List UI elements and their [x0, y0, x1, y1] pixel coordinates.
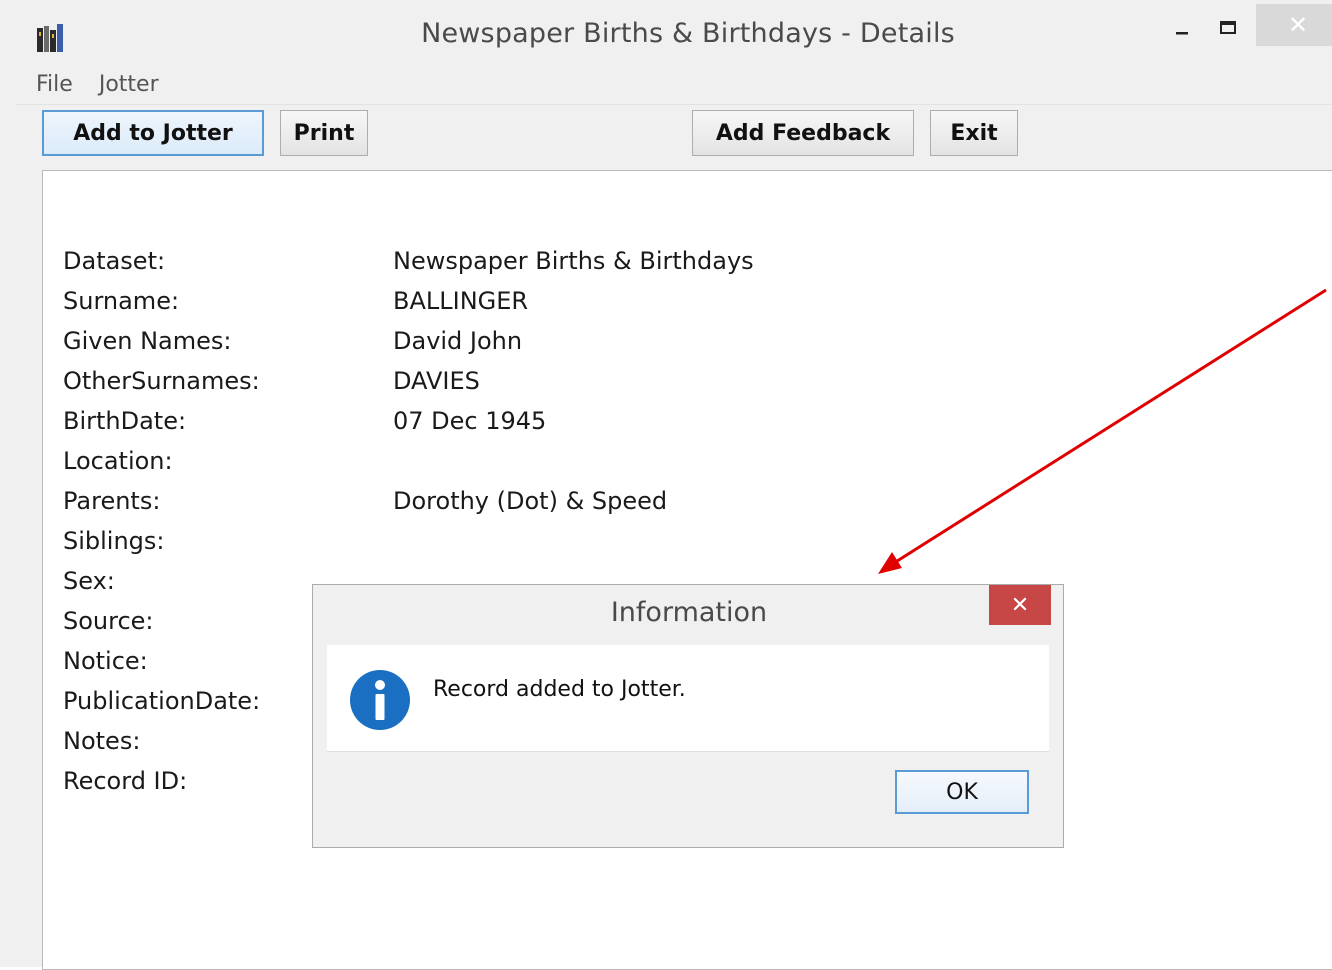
information-dialog: Information ✕ Record added to Jotter. OK [312, 584, 1064, 848]
field-label: OtherSurnames: [63, 367, 260, 395]
add-feedback-button[interactable]: Add Feedback [692, 110, 914, 156]
menu-divider [16, 104, 1332, 105]
field-label: Record ID: [63, 767, 188, 795]
field-given-names: Given Names: David John [63, 327, 1263, 363]
menu-bar: File Jotter [36, 72, 185, 102]
close-icon: ✕ [1287, 11, 1309, 39]
field-surname: Surname: BALLINGER [63, 287, 1263, 323]
exit-button[interactable]: Exit [930, 110, 1018, 156]
add-to-jotter-button[interactable]: Add to Jotter [42, 110, 264, 156]
close-window-button[interactable]: ✕ [1256, 4, 1332, 46]
info-icon [350, 670, 410, 730]
field-label: Surname: [63, 287, 180, 315]
field-value: 07 Dec 1945 [393, 407, 547, 435]
dialog-body: Record added to Jotter. [327, 645, 1049, 751]
field-label: Given Names: [63, 327, 232, 355]
ok-button[interactable]: OK [895, 770, 1029, 814]
close-icon: ✕ [1010, 592, 1030, 617]
dialog-message: Record added to Jotter. [433, 677, 686, 702]
menu-jotter[interactable]: Jotter [99, 72, 159, 102]
menu-file[interactable]: File [36, 72, 73, 102]
field-value: DAVIES [393, 367, 480, 395]
field-siblings: Siblings: [63, 527, 1263, 563]
field-value: Dorothy (Dot) & Speed [393, 487, 668, 515]
print-button[interactable]: Print [280, 110, 368, 156]
field-label: Source: [63, 607, 154, 635]
field-label: Sex: [63, 567, 115, 595]
field-label: Dataset: [63, 247, 166, 275]
main-window: Newspaper Births & Birthdays - Details ✕… [0, 0, 1332, 970]
record-details-panel: Dataset: Newspaper Births & Birthdays Su… [42, 170, 1332, 970]
field-label: Parents: [63, 487, 161, 515]
field-label: Location: [63, 447, 173, 475]
field-label: Notes: [63, 727, 141, 755]
field-value: BALLINGER [393, 287, 529, 315]
field-label: PublicationDate: [63, 687, 261, 715]
field-label: Siblings: [63, 527, 165, 555]
field-location: Location: [63, 447, 1263, 483]
dialog-title: Information [610, 597, 768, 628]
field-parents: Parents: Dorothy (Dot) & Speed [63, 487, 1263, 523]
field-birth-date: BirthDate: 07 Dec 1945 [63, 407, 1263, 443]
title-bar[interactable]: Newspaper Births & Birthdays - Details ✕ [8, 0, 1332, 68]
maximize-icon [1220, 21, 1236, 34]
minimize-icon [1176, 32, 1188, 35]
dialog-close-button[interactable]: ✕ [989, 585, 1051, 625]
field-other-surnames: OtherSurnames: DAVIES [63, 367, 1263, 403]
field-value: David John [393, 327, 523, 355]
field-label: Notice: [63, 647, 148, 675]
window-title: Newspaper Births & Birthdays - Details [421, 18, 955, 49]
minimize-button[interactable] [1160, 8, 1204, 48]
field-value: Newspaper Births & Birthdays [393, 247, 754, 275]
field-dataset: Dataset: Newspaper Births & Birthdays [63, 247, 1263, 283]
dialog-footer: OK [327, 751, 1049, 833]
maximize-button[interactable] [1206, 8, 1250, 48]
field-label: BirthDate: [63, 407, 187, 435]
